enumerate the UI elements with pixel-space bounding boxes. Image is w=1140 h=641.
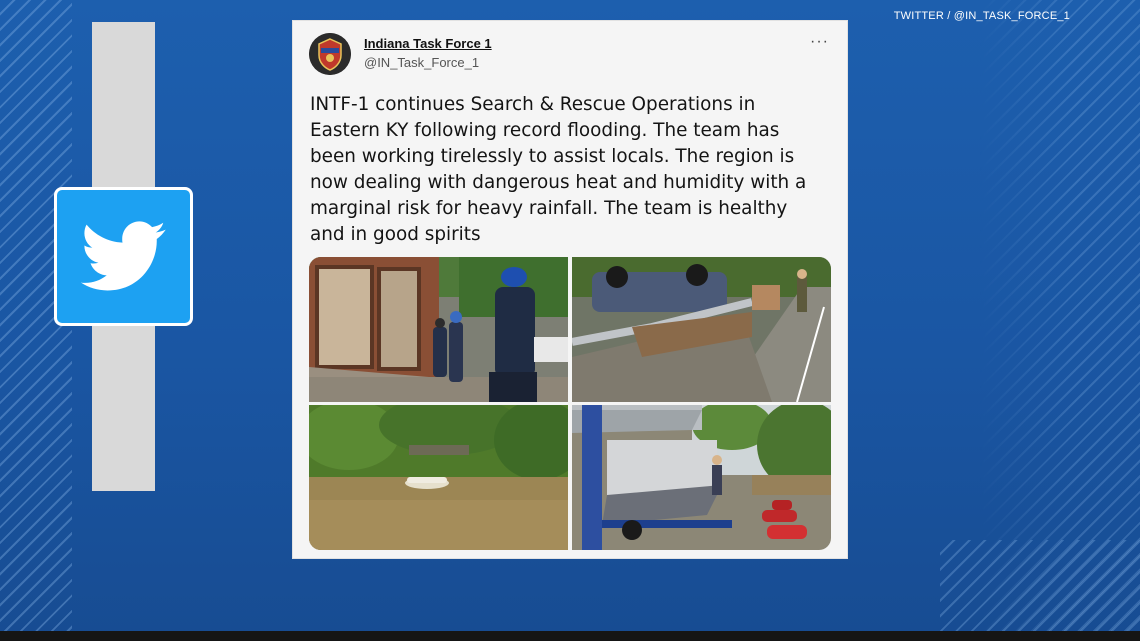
- right-bottom-hatch-pattern: [940, 540, 1140, 631]
- tweet-text: INTF-1 continues Search & Rescue Operati…: [310, 94, 807, 245]
- more-options-button[interactable]: ···: [810, 33, 829, 51]
- source-credit: TWITTER / @IN_TASK_FORCE_1: [893, 10, 1070, 22]
- author-handle[interactable]: @IN_Task_Force_1: [364, 55, 479, 70]
- tweet-media-grid: [309, 257, 831, 550]
- media-photo-3[interactable]: [309, 405, 568, 550]
- photo-submerged-car-in-river: [309, 405, 568, 550]
- photo-overturned-car-on-guardrail: [572, 257, 831, 402]
- twitter-bird-icon: [80, 220, 166, 290]
- task-force-patch-icon: [309, 33, 351, 75]
- tweet-card: Indiana Task Force 1 @IN_Task_Force_1 ··…: [292, 20, 848, 559]
- media-photo-1[interactable]: [309, 257, 568, 402]
- right-hatch-pattern: [980, 0, 1140, 631]
- bottom-strip: [0, 631, 1140, 641]
- twitter-logo-tile: [54, 187, 193, 326]
- media-photo-2[interactable]: [572, 257, 831, 402]
- media-photo-4[interactable]: [572, 405, 831, 550]
- avatar[interactable]: [309, 33, 351, 75]
- photo-rescue-boat-on-trailer: [572, 405, 831, 550]
- photo-rescuers-at-damaged-building: [309, 257, 568, 402]
- author-name[interactable]: Indiana Task Force 1: [364, 36, 492, 51]
